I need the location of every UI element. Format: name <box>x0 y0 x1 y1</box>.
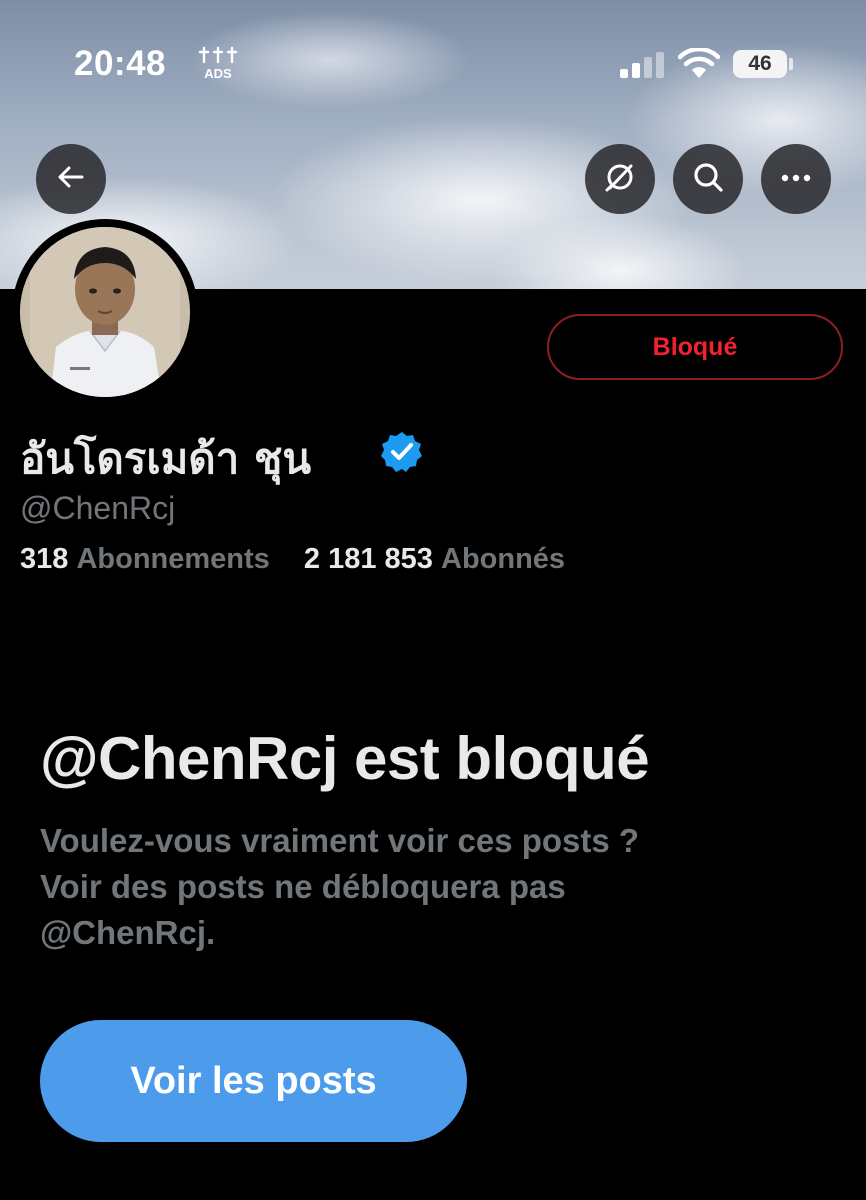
blocked-button[interactable]: Bloqué <box>547 314 843 380</box>
following-label: Abonnements <box>76 543 270 575</box>
profile-handle: @ChenRcj <box>20 490 176 526</box>
followers-label: Abonnés <box>441 543 566 575</box>
grok-button[interactable] <box>585 144 655 214</box>
back-button[interactable] <box>36 144 106 214</box>
followers-link[interactable]: 2 181 853 Abonnés <box>304 543 565 575</box>
blocked-description: Voulez-vous vraiment voir ces posts ? Vo… <box>40 818 820 956</box>
cellular-signal-icon <box>620 52 664 78</box>
following-count: 318 <box>20 543 69 575</box>
more-icon <box>781 170 811 188</box>
search-icon <box>691 160 725 199</box>
back-arrow-icon <box>56 162 86 197</box>
view-posts-button[interactable]: Voir les posts <box>40 1020 467 1142</box>
avatar[interactable] <box>12 219 198 405</box>
battery-icon: 46 <box>733 50 787 78</box>
search-button[interactable] <box>673 144 743 214</box>
following-link[interactable]: 318 Abonnements <box>20 543 278 575</box>
status-time: 20:48 <box>74 44 167 83</box>
blocked-description-line: Voir des posts ne débloquera pas <box>40 868 566 905</box>
status-bar: 20:48 ADS 46 <box>0 0 866 120</box>
profile-stats: 318 Abonnements 2 181 853 Abonnés <box>20 543 565 576</box>
display-name: อันโดรเมด้า ชุน <box>20 434 312 483</box>
blocked-title: @ChenRcj est bloqué <box>40 725 650 792</box>
more-button[interactable] <box>761 144 831 214</box>
followers-count: 2 181 853 <box>303 543 433 575</box>
blocked-description-line: @ChenRcj. <box>40 914 216 951</box>
svg-text:ADS: ADS <box>204 66 232 81</box>
verified-badge-icon[interactable] <box>380 430 424 474</box>
battery-tip <box>789 58 793 70</box>
grok-icon <box>603 160 637 199</box>
ads-indicator-icon: ADS <box>196 46 240 82</box>
blocked-description-line: Voulez-vous vraiment voir ces posts ? <box>40 822 640 859</box>
avatar-photo <box>20 227 190 397</box>
wifi-icon <box>677 46 721 80</box>
